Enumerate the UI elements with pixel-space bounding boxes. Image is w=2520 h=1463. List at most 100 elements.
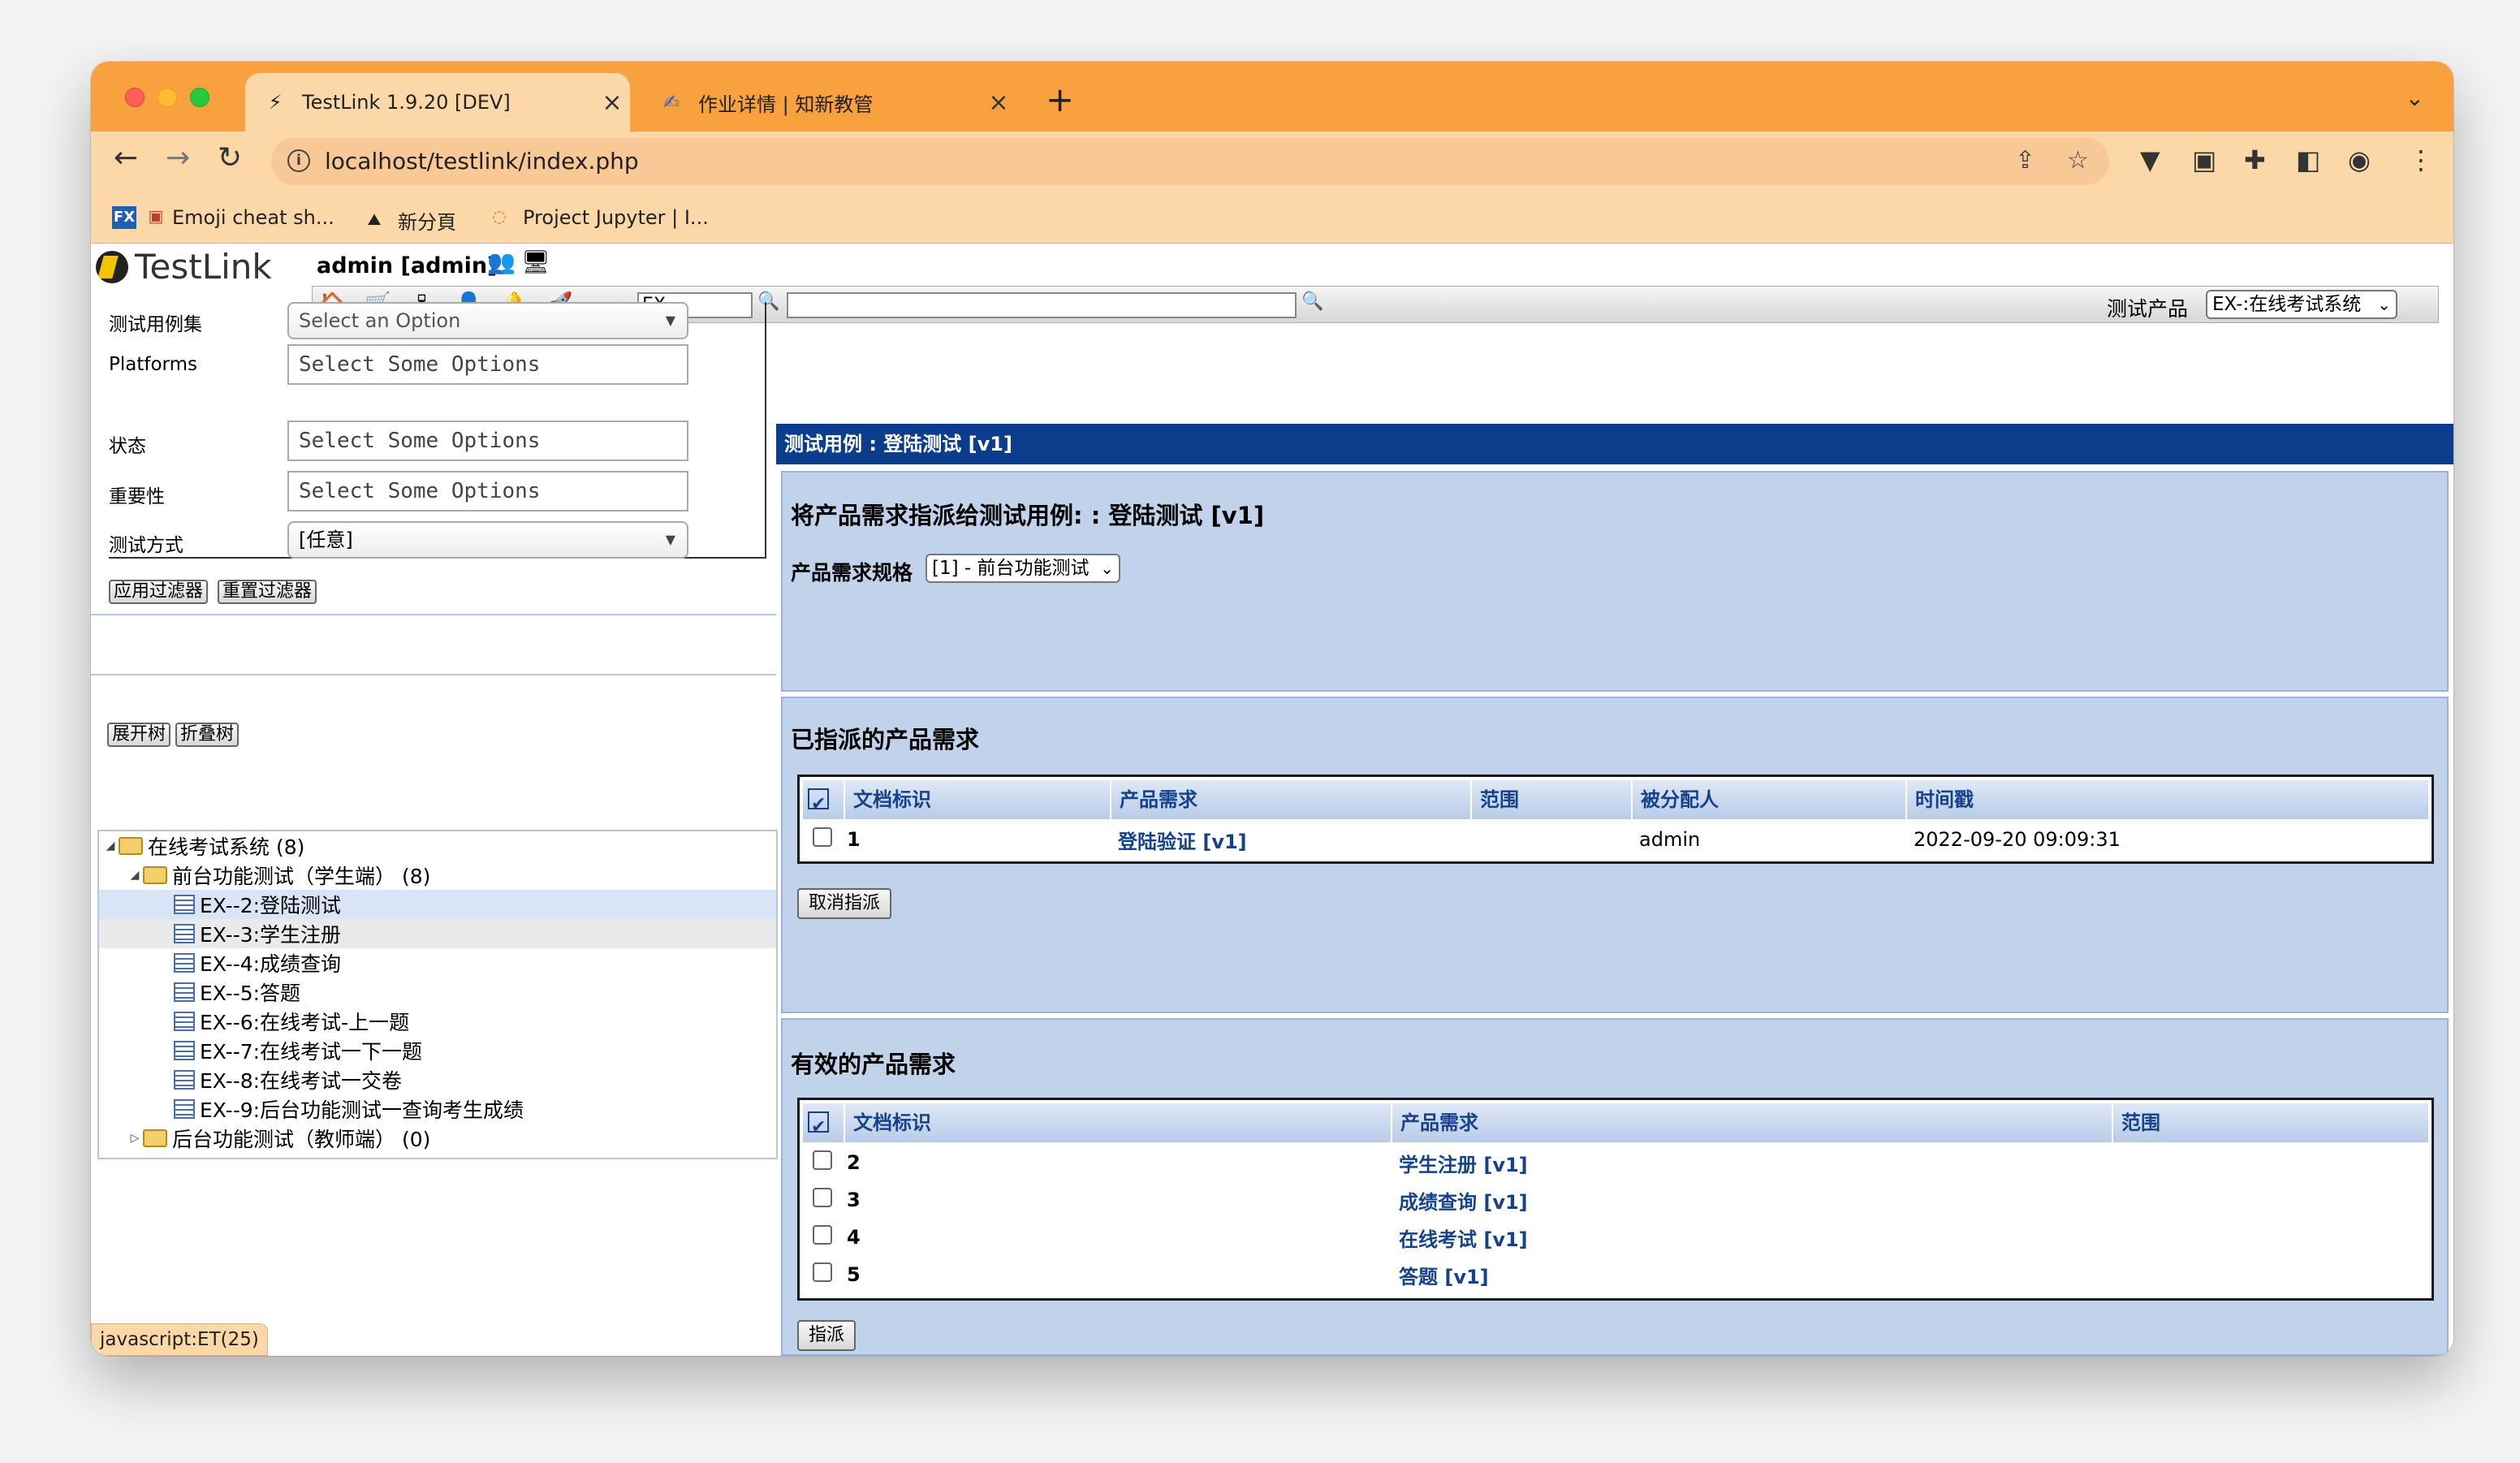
tree-node-testcase[interactable]: EX--3:学生注册: [99, 919, 776, 948]
expand-tree-button[interactable]: 展开树: [107, 723, 171, 747]
tree-node-testcase[interactable]: EX--2:登陆测试: [99, 890, 776, 919]
chevron-down-icon: ⌄: [1100, 559, 1114, 578]
more-menu-icon[interactable]: ⋮: [2408, 145, 2434, 175]
tree-node-testcase[interactable]: EX--9:后台功能测试一查询考生成绩: [99, 1094, 776, 1124]
product-select-value: EX-:在线考试系统: [2212, 294, 2362, 315]
current-user: admin [admin]: [317, 253, 498, 278]
assign-title: 将产品需求指派给测试用例: : 登陆测试 [v1]: [791, 502, 1265, 529]
assign-panel: 将产品需求指派给测试用例: : 登陆测试 [v1] 产品需求规格 [1] - 前…: [781, 471, 2449, 692]
tree-node-suite-student[interactable]: ◢ 前台功能测试（学生端） (8): [99, 861, 776, 890]
minimize-window-button[interactable]: [158, 88, 177, 107]
folder-open-icon: [119, 837, 143, 855]
requirement-link[interactable]: 答题 [v1]: [1392, 1261, 2113, 1289]
forward-arrow-icon[interactable]: →: [166, 141, 190, 175]
browser-toolbar: ← → ↻ i localhost/testlink/index.php ⇪ ☆…: [91, 132, 2453, 193]
testcase-icon: [174, 953, 195, 973]
collapse-triangle-icon[interactable]: ◢: [102, 839, 119, 852]
testcase-icon: [174, 1012, 195, 1031]
doc-id: 4: [847, 1226, 861, 1249]
requirement-link[interactable]: 成绩查询 [v1]: [1392, 1186, 2113, 1215]
bookmark-label: Project Jupyter | I...: [523, 206, 709, 229]
bookmark-jupyter[interactable]: ◌ Project Jupyter | I...: [487, 206, 709, 229]
user-settings-icon[interactable]: 👥: [487, 248, 516, 275]
column-header[interactable]: 范围: [2113, 1103, 2430, 1142]
collapse-tree-button[interactable]: 折叠树: [175, 723, 239, 747]
row-checkbox[interactable]: [813, 827, 832, 847]
column-header[interactable]: 文档标识: [845, 1103, 1392, 1142]
share-icon[interactable]: ⇪: [2015, 146, 2035, 175]
tree-node-testcase[interactable]: EX--6:在线考试-上一题: [99, 1007, 776, 1036]
column-header[interactable]: 被分配人: [1633, 780, 1907, 819]
tree-node-testcase[interactable]: EX--8:在线考试一交卷: [99, 1065, 776, 1094]
row-checkbox[interactable]: [813, 1262, 832, 1282]
execution-type-value: [任意]: [299, 529, 353, 551]
apply-filter-button[interactable]: 应用过滤器: [109, 580, 209, 604]
close-icon[interactable]: ×: [981, 88, 1016, 117]
check-icon: [808, 785, 829, 824]
close-window-button[interactable]: [125, 88, 145, 107]
assign-button[interactable]: 指派: [797, 1320, 857, 1351]
divider: [91, 674, 776, 675]
reset-filter-button[interactable]: 重置过滤器: [218, 580, 317, 604]
logout-icon[interactable]: 🖥: [521, 248, 550, 275]
chevron-down-icon[interactable]: ⌄: [2406, 84, 2424, 111]
back-arrow-icon[interactable]: ←: [114, 141, 138, 175]
new-tab-button[interactable]: +: [1046, 80, 1074, 119]
bookmark-label: Emoji cheat sh...: [172, 206, 334, 229]
product-select[interactable]: EX-:在线考试系统 ⌄: [2206, 290, 2397, 319]
status-multiselect[interactable]: Select Some Options: [287, 421, 688, 461]
column-header[interactable]: 文档标识: [845, 780, 1111, 819]
search-icon[interactable]: 🔍: [1301, 291, 1323, 312]
bookmark-emoji[interactable]: FX ▣ Emoji cheat sh...: [112, 206, 334, 229]
avatar[interactable]: ◉: [2348, 145, 2371, 175]
tree-node-label: EX--3:学生注册: [200, 923, 342, 947]
info-icon[interactable]: i: [287, 149, 310, 172]
landscape-icon: ⛰: [367, 209, 382, 229]
tab-title: 作业详情 | 知新教管: [698, 93, 874, 116]
tab-homework[interactable]: ✍ 作业详情 | 知新教管 ×: [641, 73, 1016, 132]
column-header[interactable]: 范围: [1472, 780, 1633, 819]
select-all-checkbox[interactable]: [803, 780, 845, 824]
expand-triangle-icon[interactable]: ▷: [127, 1132, 143, 1145]
bookmark-newtab[interactable]: ⛰ 新分頁: [362, 206, 456, 235]
unassign-button[interactable]: 取消指派: [797, 888, 892, 919]
jupyter-icon: ◌: [492, 206, 507, 226]
testlink-logo[interactable]: TestLink: [96, 247, 272, 287]
puzzle-icon[interactable]: ✚: [2244, 145, 2266, 175]
extension-icon[interactable]: ▣: [2192, 145, 2216, 175]
importance-multiselect[interactable]: Select Some Options: [287, 471, 688, 511]
maximize-window-button[interactable]: [190, 88, 209, 107]
tree-node-testcase[interactable]: EX--4:成绩查询: [99, 948, 776, 977]
tree-node-testcase[interactable]: EX--7:在线考试一下一题: [99, 1036, 776, 1065]
bookmark-label: 新分頁: [398, 211, 456, 234]
req-spec-select[interactable]: [1] - 前台功能测试 ⌄: [926, 554, 1120, 583]
column-header[interactable]: 时间戳: [1907, 780, 2430, 819]
column-header[interactable]: 产品需求: [1392, 1103, 2113, 1142]
tree-node-suite-teacher[interactable]: ▷ 后台功能测试（教师端） (0): [99, 1124, 776, 1153]
tab-testlink[interactable]: ⚡ TestLink 1.9.20 [DEV] ×: [245, 73, 630, 132]
caret-down-icon: ▼: [665, 532, 675, 547]
column-header[interactable]: 产品需求: [1111, 780, 1472, 819]
sidebar-icon[interactable]: ◧: [2296, 145, 2320, 175]
execution-type-select[interactable]: [任意] ▼: [287, 521, 688, 559]
testsuite-select[interactable]: Select an Option ▼: [287, 302, 688, 339]
testlink-page: TestLink admin [admin] 👥 🖥 🏠 🛒 🖧 👤 🔔 🚀 E…: [91, 244, 2453, 1356]
address-bar[interactable]: i localhost/testlink/index.php ⇪ ☆: [271, 138, 2109, 185]
select-all-checkbox[interactable]: [803, 1103, 845, 1147]
close-icon[interactable]: ×: [594, 88, 630, 117]
star-icon[interactable]: ☆: [2067, 146, 2089, 175]
row-checkbox[interactable]: [813, 1188, 832, 1207]
tree-node-testcase[interactable]: EX--5:答题: [99, 977, 776, 1007]
requirement-link[interactable]: 在线考试 [v1]: [1392, 1223, 2113, 1252]
search-input[interactable]: [787, 292, 1297, 318]
tree-node-project[interactable]: ◢ 在线考试系统 (8): [99, 831, 776, 861]
reload-icon[interactable]: ↻: [218, 141, 242, 175]
requirement-link[interactable]: 学生注册 [v1]: [1392, 1149, 2113, 1177]
platforms-multiselect[interactable]: Select Some Options: [287, 344, 688, 385]
row-checkbox[interactable]: [813, 1150, 832, 1170]
extension-vuejs-icon[interactable]: ▼: [2140, 145, 2160, 175]
row-checkbox[interactable]: [813, 1225, 832, 1245]
collapse-triangle-icon[interactable]: ◢: [127, 869, 143, 882]
requirement-link[interactable]: 登陆验证 [v1]: [1111, 826, 1472, 854]
testsuite-select-value: Select an Option: [299, 309, 461, 332]
